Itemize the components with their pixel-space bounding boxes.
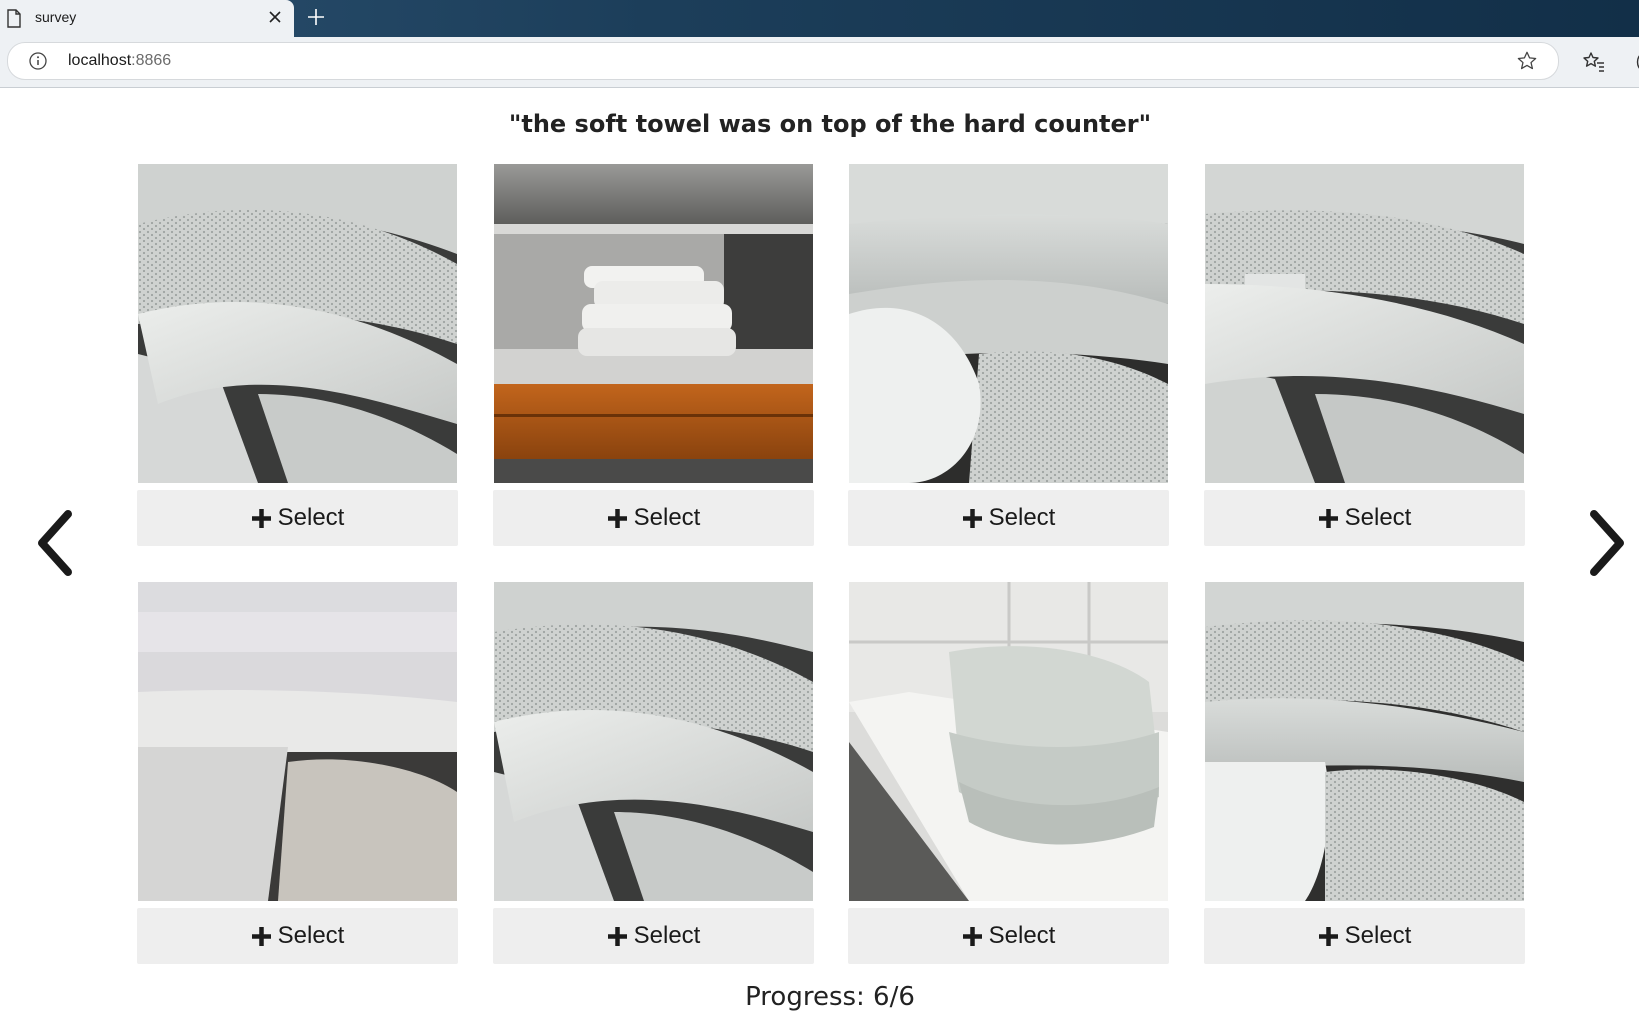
url-text: localhost:8866 bbox=[68, 52, 171, 70]
select-label: Select bbox=[1344, 922, 1412, 949]
towel-image bbox=[494, 164, 813, 483]
select-label: Select bbox=[277, 504, 345, 531]
plus-icon bbox=[962, 508, 982, 528]
select-label: Select bbox=[633, 504, 701, 531]
chevron-right-icon[interactable] bbox=[1586, 508, 1630, 578]
profile-icon[interactable] bbox=[1634, 52, 1639, 72]
url-host: localhost bbox=[68, 52, 132, 69]
towel-image bbox=[849, 582, 1168, 901]
page-icon bbox=[7, 9, 21, 28]
tab-strip: survey bbox=[0, 0, 1639, 40]
select-button[interactable]: Select bbox=[1204, 908, 1525, 964]
info-icon[interactable] bbox=[28, 51, 48, 71]
address-bar[interactable]: localhost:8866 bbox=[7, 42, 1559, 80]
select-label: Select bbox=[988, 504, 1056, 531]
plus-icon bbox=[607, 926, 627, 946]
plus-icon bbox=[607, 508, 627, 528]
select-label: Select bbox=[277, 922, 345, 949]
select-button[interactable]: Select bbox=[493, 908, 814, 964]
plus-icon bbox=[962, 926, 982, 946]
towel-image bbox=[138, 164, 457, 483]
browser-tab[interactable]: survey bbox=[0, 0, 294, 40]
select-label: Select bbox=[633, 922, 701, 949]
chevron-left-icon[interactable] bbox=[32, 508, 76, 578]
plus-icon bbox=[251, 508, 271, 528]
tab-title: survey bbox=[35, 9, 77, 25]
url-port: :8866 bbox=[131, 52, 172, 69]
select-button[interactable]: Select bbox=[137, 490, 458, 546]
navigation-bar: localhost:8866 bbox=[0, 37, 1639, 88]
plus-icon bbox=[1318, 508, 1338, 528]
new-tab-icon[interactable] bbox=[306, 7, 326, 27]
select-label: Select bbox=[1344, 504, 1412, 531]
plus-icon bbox=[251, 926, 271, 946]
towel-image bbox=[494, 582, 813, 901]
select-button[interactable]: Select bbox=[848, 490, 1169, 546]
towel-image bbox=[849, 164, 1168, 483]
towel-image bbox=[138, 582, 457, 901]
towel-image bbox=[1205, 164, 1524, 483]
star-icon[interactable] bbox=[1516, 50, 1538, 72]
plus-icon bbox=[1318, 926, 1338, 946]
towel-image bbox=[1205, 582, 1524, 901]
select-button[interactable]: Select bbox=[493, 490, 814, 546]
close-icon[interactable] bbox=[268, 10, 282, 24]
favorites-icon[interactable] bbox=[1582, 50, 1606, 74]
prompt-caption: "the soft towel was on top of the hard c… bbox=[508, 110, 1152, 138]
select-button[interactable]: Select bbox=[848, 908, 1169, 964]
select-button[interactable]: Select bbox=[1204, 490, 1525, 546]
select-button[interactable]: Select bbox=[137, 908, 458, 964]
select-label: Select bbox=[988, 922, 1056, 949]
progress-text: Progress: 6/6 bbox=[745, 982, 915, 1012]
